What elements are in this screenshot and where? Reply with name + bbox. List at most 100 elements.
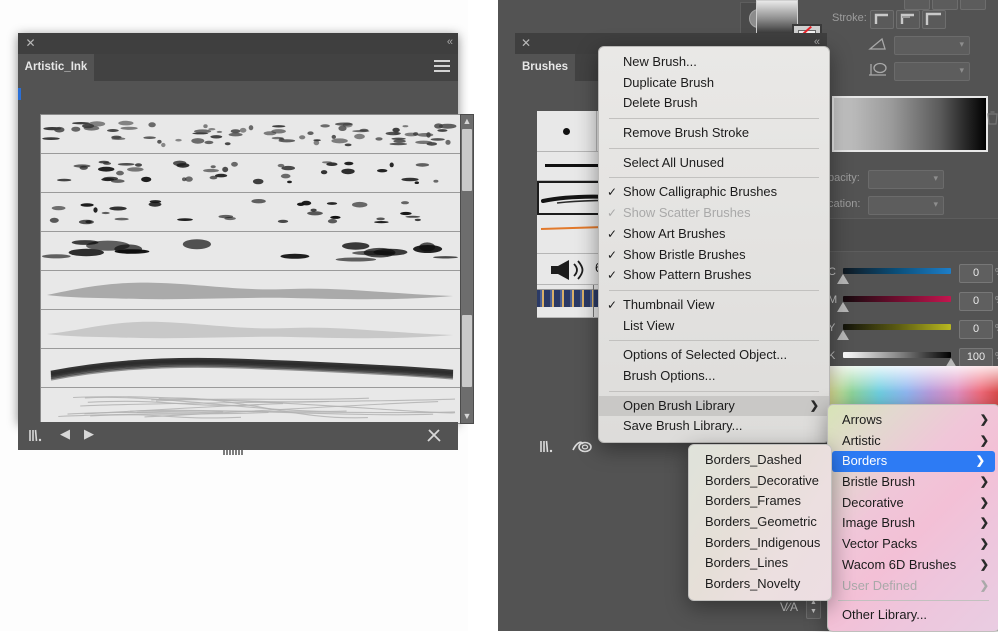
- stroke-preview: [41, 193, 461, 231]
- ink-list-scrollbar[interactable]: ▲ ▼: [460, 114, 474, 424]
- stroke-preview: [41, 232, 461, 270]
- slider-value-M[interactable]: 0: [959, 292, 993, 311]
- submenu-arrow-icon: ❯: [980, 472, 989, 493]
- tab-artistic-ink[interactable]: Artistic_Ink: [18, 54, 94, 81]
- borders-library-submenu[interactable]: Borders_DashedBorders_DecorativeBorders_…: [688, 444, 832, 601]
- gradient-preview[interactable]: [832, 96, 988, 152]
- scrollbar-thumb-2[interactable]: [462, 315, 472, 387]
- next-brush-icon[interactable]: ▶: [84, 426, 94, 442]
- menu-item-borders-decorative[interactable]: Borders_Decorative: [689, 471, 831, 492]
- menu-item-show-art-brushes[interactable]: ✓Show Art Brushes: [599, 224, 829, 245]
- ink-panel-titlebar[interactable]: ✕ «: [18, 33, 458, 54]
- brush-stroke-item[interactable]: [41, 388, 461, 424]
- menu-item-borders-lines[interactable]: Borders_Lines: [689, 553, 831, 574]
- menu-item-select-all-unused[interactable]: Select All Unused: [599, 153, 829, 174]
- menu-item-remove-brush-stroke[interactable]: Remove Brush Stroke: [599, 123, 829, 144]
- menu-item-borders-novelty[interactable]: Borders_Novelty: [689, 574, 831, 595]
- menu-item-open-brush-library[interactable]: Open Brush Library❯: [599, 396, 829, 417]
- scroll-up-icon[interactable]: ▲: [461, 115, 473, 128]
- brush-stroke-item[interactable]: [41, 115, 461, 154]
- brush-library-icon[interactable]: [539, 438, 559, 459]
- submenu-arrow-icon: ❯: [980, 534, 989, 555]
- width-profile-select[interactable]: ▾: [894, 36, 970, 55]
- slider-knob-M[interactable]: [837, 302, 849, 312]
- menu-item-image-brush[interactable]: Image Brush❯: [828, 513, 998, 534]
- menu-item-save-brush-library[interactable]: Save Brush Library...: [599, 416, 829, 437]
- open-brush-library-submenu[interactable]: Arrows❯Artistic❯Borders❯Bristle Brush❯De…: [827, 404, 998, 632]
- menu-item-borders[interactable]: Borders❯: [832, 451, 995, 472]
- slider-knob-Y[interactable]: [837, 330, 849, 340]
- menu-item-bristle-brush[interactable]: Bristle Brush❯: [828, 472, 998, 493]
- slider-value-K[interactable]: 100: [959, 348, 993, 367]
- menu-item-brush-options[interactable]: Brush Options...: [599, 366, 829, 387]
- submenu-arrow-icon: ❯: [810, 396, 819, 417]
- tab-brushes[interactable]: Brushes: [515, 54, 575, 81]
- menu-item-arrows[interactable]: Arrows❯: [828, 410, 998, 431]
- menu-item-label: Select All Unused: [623, 155, 724, 170]
- menu-item-borders-dashed[interactable]: Borders_Dashed: [689, 450, 831, 471]
- brush-options-icon[interactable]: [571, 438, 593, 459]
- menu-item-show-pattern-brushes[interactable]: ✓Show Pattern Brushes: [599, 265, 829, 286]
- brush-library-icon[interactable]: [28, 427, 48, 448]
- stroke-cap-butt-icon[interactable]: [904, 0, 930, 10]
- menu-item-delete-brush[interactable]: Delete Brush: [599, 93, 829, 114]
- menu-item-borders-geometric[interactable]: Borders_Geometric: [689, 512, 831, 533]
- brush-stroke-item[interactable]: [41, 349, 461, 388]
- brush-definition-select[interactable]: ▾: [894, 62, 970, 81]
- collapse-panel-icon[interactable]: «: [447, 36, 452, 48]
- delete-brush-icon[interactable]: [426, 427, 442, 448]
- menu-item-duplicate-brush[interactable]: Duplicate Brush: [599, 73, 829, 94]
- brushes-panel-context-menu[interactable]: New Brush... Duplicate Brush Delete Brush R…: [598, 46, 830, 443]
- brush-stroke-item[interactable]: [41, 232, 461, 271]
- opacity-select[interactable]: ▾: [868, 170, 944, 189]
- menu-item-list-view[interactable]: List View: [599, 316, 829, 337]
- previous-brush-icon[interactable]: ◀: [60, 426, 70, 442]
- menu-item-show-calligraphic-brushes[interactable]: ✓Show Calligraphic Brushes: [599, 182, 829, 203]
- menu-item-artistic[interactable]: Artistic❯: [828, 431, 998, 452]
- stroke-align-center-icon[interactable]: [870, 10, 894, 29]
- brush-stroke-item[interactable]: [41, 154, 461, 193]
- slider-value-Y[interactable]: 0: [959, 320, 993, 339]
- menu-item-options-of-selected-object[interactable]: Options of Selected Object...: [599, 345, 829, 366]
- scrollbar-thumb[interactable]: [462, 129, 472, 191]
- checkmark-icon: ✓: [607, 265, 617, 286]
- artistic-ink-panel[interactable]: ✕ « Artistic_Ink ▲ ▼ ◀ ▶: [18, 33, 458, 423]
- location-select[interactable]: ▾: [868, 196, 944, 215]
- menu-item-new-brush[interactable]: New Brush...: [599, 52, 829, 73]
- kerning-control[interactable]: V∕A ▲▼: [780, 600, 798, 614]
- close-icon[interactable]: ✕: [521, 37, 531, 50]
- brush-stroke-item[interactable]: [41, 193, 461, 232]
- menu-item-label: Duplicate Brush: [623, 75, 714, 90]
- brush-definition-icon: [868, 62, 890, 83]
- close-icon[interactable]: ✕: [24, 37, 37, 50]
- slider-track-C[interactable]: [843, 268, 951, 274]
- slider-track-Y[interactable]: [843, 324, 951, 330]
- panel-divider: [828, 218, 998, 252]
- scroll-down-icon[interactable]: ▼: [461, 410, 473, 423]
- brush-stroke-item[interactable]: [41, 271, 461, 310]
- menu-item-label: Borders_Lines: [705, 555, 788, 570]
- slider-track-K[interactable]: [843, 352, 951, 358]
- menu-item-borders-indigenous[interactable]: Borders_Indigenous: [689, 533, 831, 554]
- menu-item-wacom-6d-brushes[interactable]: Wacom 6D Brushes❯: [828, 555, 998, 576]
- menu-item-other-library[interactable]: Other Library...: [828, 605, 998, 626]
- brush-stroke-list[interactable]: [40, 114, 462, 424]
- stroke-align-outside-icon[interactable]: [922, 10, 946, 29]
- chevron-down-icon: ▾: [959, 39, 964, 50]
- trash-icon[interactable]: [986, 110, 998, 130]
- brush-stroke-item[interactable]: [41, 310, 461, 349]
- stroke-align-inside-icon[interactable]: [896, 10, 920, 29]
- menu-item-borders-frames[interactable]: Borders_Frames: [689, 491, 831, 512]
- slider-knob-C[interactable]: [837, 274, 849, 284]
- stroke-cap-projecting-icon[interactable]: [960, 0, 986, 10]
- menu-item-vector-packs[interactable]: Vector Packs❯: [828, 534, 998, 555]
- resize-grip[interactable]: [223, 442, 253, 447]
- menu-item-decorative[interactable]: Decorative❯: [828, 493, 998, 514]
- menu-item-label: Options of Selected Object...: [623, 347, 787, 362]
- panel-menu-icon[interactable]: [434, 60, 450, 74]
- slider-track-M[interactable]: [843, 296, 951, 302]
- menu-item-show-bristle-brushes[interactable]: ✓Show Bristle Brushes: [599, 245, 829, 266]
- menu-item-thumbnail-view[interactable]: ✓Thumbnail View: [599, 295, 829, 316]
- stroke-cap-round-icon[interactable]: [932, 0, 958, 10]
- slider-value-C[interactable]: 0: [959, 264, 993, 283]
